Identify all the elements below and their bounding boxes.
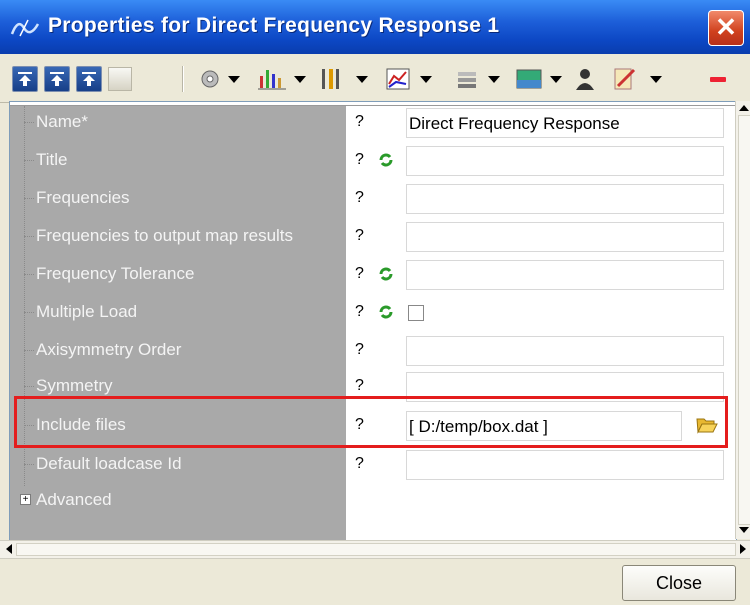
- move-disabled-icon[interactable]: [108, 67, 132, 91]
- window-close-button[interactable]: ✕: [708, 10, 744, 46]
- tree-tick: [24, 274, 34, 276]
- scroll-up-icon[interactable]: [739, 105, 749, 111]
- help-icon[interactable]: ?: [355, 265, 364, 283]
- property-label: Frequency Tolerance: [36, 264, 195, 283]
- help-icon[interactable]: ?: [355, 151, 364, 169]
- tree-tick: [24, 122, 34, 124]
- help-icon[interactable]: ?: [355, 341, 364, 359]
- expand-icon[interactable]: +: [20, 494, 31, 505]
- scroll-down-icon[interactable]: [739, 527, 749, 533]
- advanced-group-label[interactable]: Advanced: [36, 490, 112, 510]
- axisymmetry-order-field[interactable]: [406, 336, 724, 366]
- move-top-icon[interactable]: [12, 66, 38, 92]
- property-row: + Advanced: [10, 482, 736, 520]
- chevron-down-icon[interactable]: [420, 76, 432, 83]
- property-label: Title: [36, 150, 68, 169]
- property-label: Frequencies: [36, 188, 130, 207]
- scroll-thumb[interactable]: [738, 115, 750, 525]
- property-row: Axisymmetry Order ?: [10, 332, 736, 370]
- title-field[interactable]: [406, 146, 724, 176]
- bar-chart-icon[interactable]: [256, 66, 290, 92]
- scroll-left-icon[interactable]: [6, 544, 12, 554]
- move-up-icon[interactable]: [44, 66, 70, 92]
- property-label: Symmetry: [36, 376, 113, 395]
- tree-tick: [24, 464, 34, 466]
- property-label: Frequencies to output map results: [36, 226, 294, 245]
- chevron-down-icon[interactable]: [650, 76, 662, 83]
- property-label: Default loadcase Id: [36, 454, 182, 473]
- name-field[interactable]: Direct Frequency Response: [406, 108, 724, 138]
- layers-icon[interactable]: [452, 66, 482, 92]
- property-label: Name*: [36, 112, 88, 131]
- tree-tick: [24, 350, 34, 352]
- property-row: Default loadcase Id ?: [10, 446, 736, 484]
- help-icon[interactable]: ?: [355, 455, 364, 473]
- frequency-tolerance-field[interactable]: [406, 260, 724, 290]
- chevron-down-icon[interactable]: [228, 76, 240, 83]
- property-label: Multiple Load: [36, 302, 138, 321]
- refresh-icon[interactable]: [378, 266, 394, 282]
- help-icon[interactable]: ?: [355, 227, 364, 245]
- default-loadcase-field[interactable]: [406, 450, 724, 480]
- scroll-right-icon[interactable]: [740, 544, 746, 554]
- property-label: Axisymmetry Order: [36, 340, 182, 359]
- help-icon[interactable]: ?: [355, 377, 364, 395]
- color-map-icon[interactable]: [514, 66, 544, 92]
- chevron-down-icon[interactable]: [550, 76, 562, 83]
- property-row: Frequencies to output map results ?: [10, 218, 736, 256]
- property-row: Title ?: [10, 142, 736, 180]
- tree-tick: [24, 236, 34, 238]
- multiple-load-checkbox[interactable]: [408, 305, 424, 321]
- probe-icon[interactable]: [316, 66, 346, 92]
- help-icon[interactable]: ?: [355, 303, 364, 321]
- chevron-down-icon[interactable]: [488, 76, 500, 83]
- toolbar-separator: [182, 66, 184, 92]
- refresh-icon[interactable]: [378, 304, 394, 320]
- scroll-thumb[interactable]: [16, 543, 736, 556]
- properties-dialog: Properties for Direct Frequency Response…: [0, 0, 750, 605]
- frequencies-output-field[interactable]: [406, 222, 724, 252]
- toolbar: [0, 54, 750, 103]
- refresh-icon[interactable]: [378, 152, 394, 168]
- property-row: Name* ? Direct Frequency Response: [10, 104, 736, 142]
- app-logo-icon: [10, 19, 40, 37]
- pen-icon[interactable]: [610, 66, 640, 92]
- chevron-down-icon[interactable]: [294, 76, 306, 83]
- properties-table: Name* ? Direct Frequency Response Title …: [9, 101, 737, 541]
- property-row: Frequencies ?: [10, 180, 736, 218]
- gear-icon[interactable]: [196, 66, 226, 92]
- help-icon[interactable]: ?: [355, 113, 364, 131]
- close-button[interactable]: Close: [622, 565, 736, 601]
- plot-icon[interactable]: [384, 66, 414, 92]
- move-next-icon[interactable]: [76, 66, 102, 92]
- tree-tick: [24, 160, 34, 162]
- property-row: Multiple Load ?: [10, 294, 736, 332]
- horizontal-scrollbar[interactable]: [0, 540, 750, 559]
- tree-tick: [24, 312, 34, 314]
- highlight-box: [14, 396, 728, 448]
- tree-tick: [24, 198, 34, 200]
- chevron-down-icon[interactable]: [356, 76, 368, 83]
- remove-icon[interactable]: [706, 66, 730, 92]
- title-bar[interactable]: Properties for Direct Frequency Response…: [0, 0, 750, 54]
- tree-tick: [24, 386, 34, 388]
- help-icon[interactable]: ?: [355, 189, 364, 207]
- property-row: Frequency Tolerance ?: [10, 256, 736, 294]
- frequencies-field[interactable]: [406, 184, 724, 214]
- vertical-scrollbar[interactable]: [735, 101, 750, 539]
- window-title: Properties for Direct Frequency Response…: [48, 14, 500, 37]
- user-icon[interactable]: [572, 66, 598, 92]
